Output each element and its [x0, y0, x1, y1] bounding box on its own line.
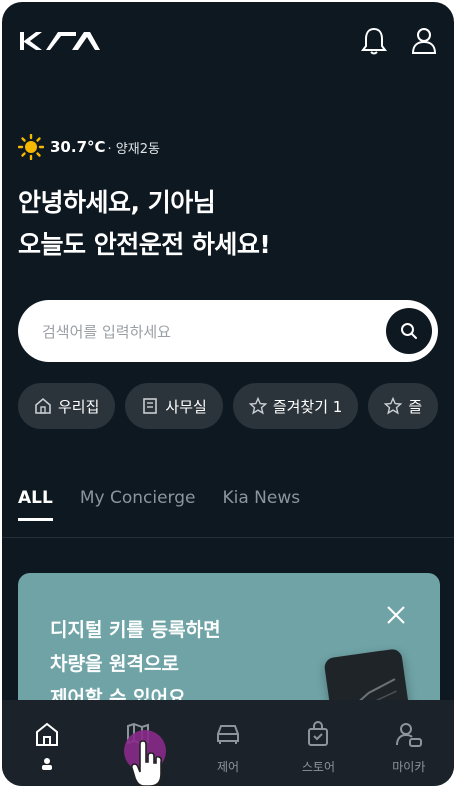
- sun-icon: [18, 134, 44, 160]
- tab-divider: [2, 537, 454, 538]
- nav-label: 제어: [216, 760, 240, 774]
- quick-place-chips: 우리집 사무실 즐겨찾기 1 즐: [18, 383, 439, 429]
- chip-favorite-2[interactable]: 즐: [368, 383, 439, 429]
- temperature: 30.7°C: [50, 138, 106, 156]
- tab-my-concierge[interactable]: My Concierge: [80, 488, 196, 521]
- shopping-bag-icon: [308, 721, 329, 746]
- user-settings-icon: [395, 723, 422, 747]
- nav-store[interactable]: 스토어: [273, 700, 363, 786]
- home-icon: [36, 722, 59, 746]
- nav-home[interactable]: [2, 700, 92, 786]
- chip-office[interactable]: 사무실: [125, 383, 223, 429]
- chip-label: 즐겨찾기 1: [272, 397, 343, 416]
- chip-label: 사무실: [165, 397, 207, 416]
- content-tabs: ALL My Concierge Kia News: [18, 488, 300, 521]
- car-icon: [217, 725, 240, 744]
- card-line-2: 차량을 원격으로: [50, 653, 179, 675]
- nav-control[interactable]: 제어: [183, 700, 273, 786]
- greeting-line-1: 안녕하세요, 기아님: [18, 188, 216, 217]
- chip-home[interactable]: 우리집: [18, 383, 116, 429]
- tab-kia-news[interactable]: Kia News: [222, 488, 300, 521]
- close-icon[interactable]: [386, 605, 406, 629]
- search-icon: [401, 323, 417, 339]
- nav-label: 마이카: [392, 760, 426, 774]
- kia-logo: [18, 30, 102, 56]
- weather-info: 30.7°C · 양재2동: [18, 134, 160, 160]
- chip-label: 즐: [408, 397, 423, 416]
- hand-pointer-icon: [130, 740, 164, 786]
- search-input[interactable]: [40, 300, 374, 364]
- greeting-line-2: 오늘도 안전운전 하세요!: [18, 230, 271, 259]
- greeting: 안녕하세요, 기아님 오늘도 안전운전 하세요!: [18, 182, 271, 266]
- tab-all[interactable]: ALL: [18, 488, 53, 521]
- search-button[interactable]: [386, 308, 432, 354]
- app-screen: 30.7°C · 양재2동 안녕하세요, 기아님 오늘도 안전운전 하세요! 우…: [2, 2, 454, 786]
- bell-icon[interactable]: [360, 26, 388, 56]
- building-icon: [143, 398, 158, 414]
- star-icon: [384, 397, 403, 415]
- kia-logo-icon: [20, 32, 100, 50]
- nav-mycar[interactable]: 마이카: [364, 700, 454, 786]
- search-bar: [18, 300, 438, 364]
- location: · 양재2동: [107, 141, 160, 157]
- user-icon[interactable]: [410, 26, 438, 56]
- bottom-nav: 제어 스토어 마이카: [2, 700, 454, 786]
- chip-favorite-1[interactable]: 즐겨찾기 1: [232, 383, 359, 429]
- nav-label: 스토어: [301, 760, 335, 774]
- chip-label: 우리집: [58, 397, 100, 416]
- card-line-1: 디지털 키를 등록하면: [50, 619, 221, 641]
- star-icon: [248, 397, 267, 415]
- home-icon: [35, 397, 51, 414]
- home-indicator-icon: [42, 758, 53, 770]
